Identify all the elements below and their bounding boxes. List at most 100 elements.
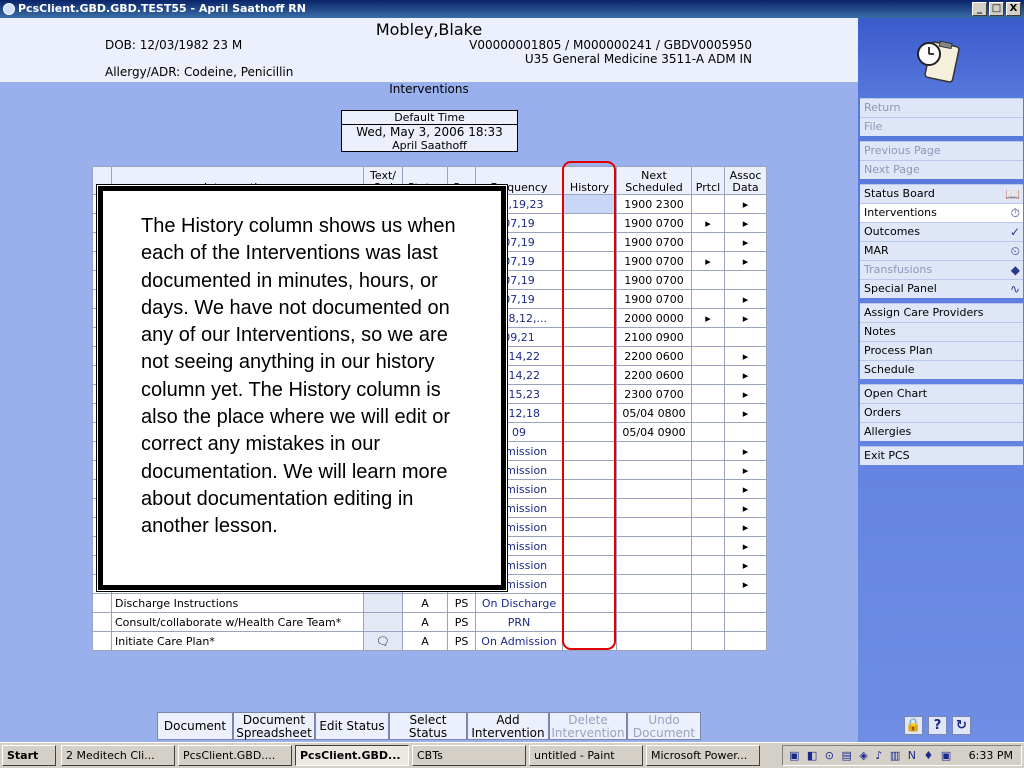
assoc-data-cell[interactable]: ▸: [724, 536, 767, 556]
prtcl-cell[interactable]: [691, 270, 725, 290]
sidebar-item-status-board[interactable]: Status Board 📖: [860, 184, 1023, 203]
frequency-cell[interactable]: On Admission: [475, 631, 563, 651]
sidebar-item-mar[interactable]: MAR ⏲: [860, 241, 1023, 260]
refresh-icon[interactable]: ↻: [952, 716, 971, 735]
prtcl-cell[interactable]: [691, 574, 725, 594]
next-scheduled-cell[interactable]: [616, 574, 692, 594]
edit-status-button[interactable]: Edit Status: [315, 712, 389, 740]
row-select-cell[interactable]: [92, 612, 112, 632]
taskbar-button[interactable]: untitled - Paint: [529, 745, 643, 766]
document-button[interactable]: Document: [157, 712, 233, 740]
lock-icon[interactable]: 🔒: [904, 716, 923, 735]
help-icon[interactable]: ?: [928, 716, 947, 735]
close-button[interactable]: X: [1006, 2, 1021, 16]
taskbar-button[interactable]: PcsClient.GBD...: [295, 745, 409, 766]
assoc-data-cell[interactable]: [724, 270, 767, 290]
next-scheduled-cell[interactable]: [616, 517, 692, 537]
next-scheduled-cell[interactable]: 2200 0600: [616, 365, 692, 385]
intervention-cell[interactable]: Discharge Instructions: [111, 593, 364, 613]
prtcl-cell[interactable]: [691, 289, 725, 309]
src-cell[interactable]: PS: [447, 593, 476, 613]
sidebar-item-transfusions[interactable]: Transfusions ◆: [860, 260, 1023, 279]
sidebar-item-orders[interactable]: Orders: [860, 403, 1023, 422]
prtcl-cell[interactable]: [691, 593, 725, 613]
sidebar-item-special-panel[interactable]: Special Panel ∿: [860, 279, 1023, 298]
assoc-data-cell[interactable]: ▸: [724, 308, 767, 328]
intervention-cell[interactable]: Consult/collaborate w/Health Care Team*: [111, 612, 364, 632]
assoc-data-cell[interactable]: ▸: [724, 574, 767, 594]
taskbar-button[interactable]: CBTs: [412, 745, 526, 766]
assoc-data-cell[interactable]: [724, 327, 767, 347]
prtcl-cell[interactable]: [691, 612, 725, 632]
document-spreadsheet-button[interactable]: Document Spreadsheet: [233, 712, 315, 740]
next-scheduled-cell[interactable]: 05/04 0800: [616, 403, 692, 423]
maximize-button[interactable]: □: [989, 2, 1004, 16]
sidebar-item-allergies[interactable]: Allergies: [860, 422, 1023, 441]
frequency-cell[interactable]: On Discharge: [475, 593, 563, 613]
assoc-data-cell[interactable]: ▸: [724, 365, 767, 385]
assoc-data-cell[interactable]: [724, 612, 767, 632]
next-scheduled-cell[interactable]: [616, 536, 692, 556]
sidebar-item-notes[interactable]: Notes: [860, 322, 1023, 341]
text-ord-cell[interactable]: [363, 593, 403, 613]
frequency-cell[interactable]: PRN: [475, 612, 563, 632]
next-scheduled-cell[interactable]: [616, 631, 692, 651]
next-scheduled-cell[interactable]: 2100 0900: [616, 327, 692, 347]
sidebar-item-assign-care-providers[interactable]: Assign Care Providers: [860, 303, 1023, 322]
assoc-data-cell[interactable]: ▸: [724, 251, 767, 271]
prtcl-cell[interactable]: [691, 422, 725, 442]
next-scheduled-cell[interactable]: 1900 2300: [616, 194, 692, 214]
prtcl-cell[interactable]: [691, 232, 725, 252]
status-cell[interactable]: A: [402, 593, 448, 613]
assoc-data-cell[interactable]: ▸: [724, 460, 767, 480]
prtcl-cell[interactable]: [691, 536, 725, 556]
window-titlebar[interactable]: PcsClient.GBD.GBD.TEST55 - April Saathof…: [0, 0, 1024, 18]
next-scheduled-cell[interactable]: [616, 612, 692, 632]
minimize-button[interactable]: _: [972, 2, 987, 16]
src-cell[interactable]: PS: [447, 631, 476, 651]
assoc-data-cell[interactable]: ▸: [724, 213, 767, 233]
assoc-data-cell[interactable]: ▸: [724, 517, 767, 537]
taskbar-button[interactable]: Microsoft Power...: [646, 745, 760, 766]
prtcl-cell[interactable]: [691, 555, 725, 575]
sidebar-item-file[interactable]: File: [860, 117, 1023, 136]
assoc-data-cell[interactable]: [724, 422, 767, 442]
next-scheduled-cell[interactable]: [616, 593, 692, 613]
tray-icons[interactable]: ▣ ◧ ⊙ ▤ ◈ ♪ ▥ N ♦ ▣: [789, 746, 953, 765]
prtcl-cell[interactable]: ▸: [691, 308, 725, 328]
sidebar-item-outcomes[interactable]: Outcomes ✓: [860, 222, 1023, 241]
text-ord-cell[interactable]: [363, 612, 403, 632]
assoc-data-cell[interactable]: ▸: [724, 479, 767, 499]
row-select-cell[interactable]: [92, 631, 112, 651]
sidebar-item-previous-page[interactable]: Previous Page: [860, 141, 1023, 160]
taskbar-button[interactable]: PcsClient.GBD....: [178, 745, 292, 766]
next-scheduled-column-header[interactable]: Next Scheduled: [616, 166, 692, 195]
intervention-cell[interactable]: Initiate Care Plan*: [111, 631, 364, 651]
next-scheduled-cell[interactable]: 1900 0700: [616, 232, 692, 252]
next-scheduled-cell[interactable]: 2000 0000: [616, 308, 692, 328]
table-row[interactable]: Consult/collaborate w/Health Care Team* A…: [92, 612, 767, 632]
assoc-data-cell[interactable]: [724, 593, 767, 613]
prtcl-cell[interactable]: [691, 517, 725, 537]
next-scheduled-cell[interactable]: 2200 0600: [616, 346, 692, 366]
prtcl-cell[interactable]: [691, 498, 725, 518]
status-cell[interactable]: A: [402, 612, 448, 632]
prtcl-cell[interactable]: [691, 460, 725, 480]
prtcl-cell[interactable]: [691, 346, 725, 366]
prtcl-cell[interactable]: [691, 194, 725, 214]
sidebar-item-interventions[interactable]: Interventions ⏱: [860, 203, 1023, 222]
prtcl-cell[interactable]: [691, 441, 725, 461]
taskbar-button[interactable]: 2 Meditech Cli...: [61, 745, 175, 766]
next-scheduled-cell[interactable]: [616, 441, 692, 461]
assoc-data-cell[interactable]: ▸: [724, 194, 767, 214]
sidebar-item-exit-pcs[interactable]: Exit PCS: [860, 446, 1023, 465]
undo-document-button[interactable]: Undo Document: [627, 712, 701, 740]
next-scheduled-cell[interactable]: [616, 479, 692, 499]
next-scheduled-cell[interactable]: 1900 0700: [616, 270, 692, 290]
assoc-data-cell[interactable]: ▸: [724, 384, 767, 404]
assoc-data-cell[interactable]: ▸: [724, 403, 767, 423]
assoc-data-cell[interactable]: ▸: [724, 498, 767, 518]
assoc-data-cell[interactable]: ▸: [724, 441, 767, 461]
assoc-data-cell[interactable]: [724, 631, 767, 651]
sidebar-item-schedule[interactable]: Schedule: [860, 360, 1023, 379]
